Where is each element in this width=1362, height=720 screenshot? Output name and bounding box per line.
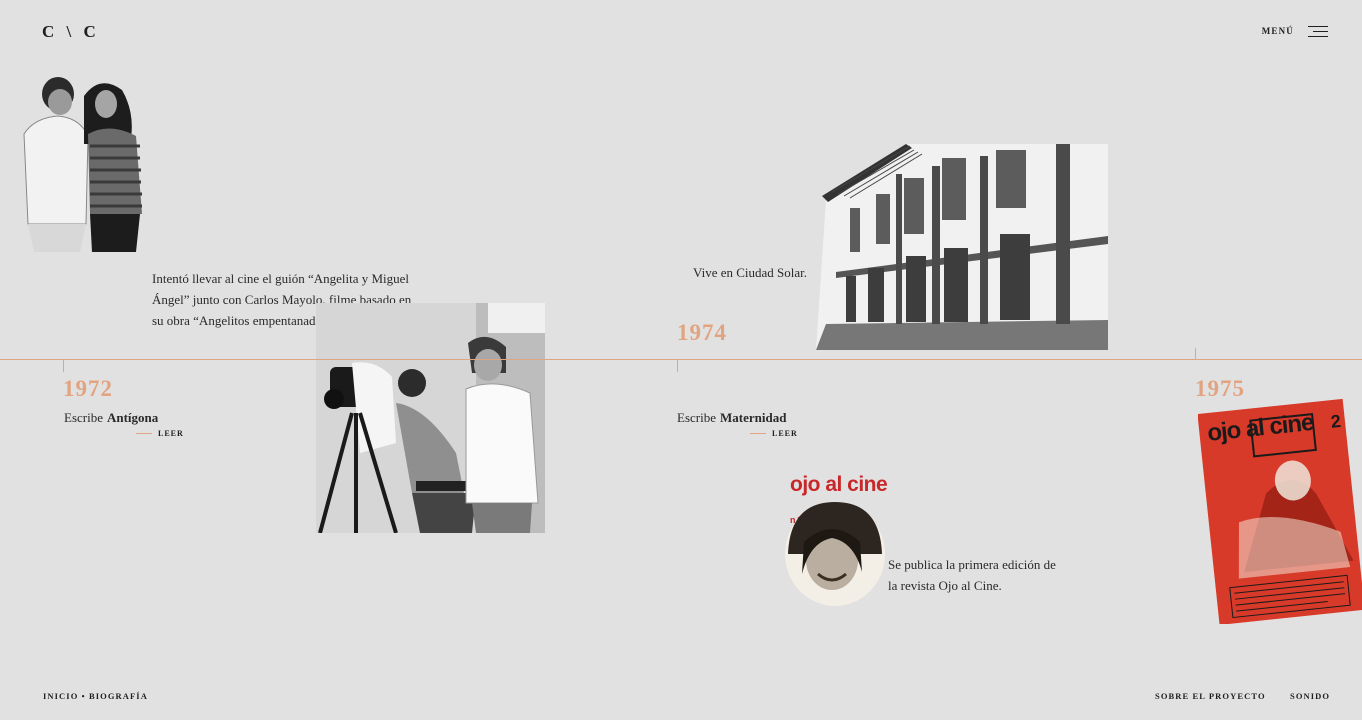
menu-button[interactable]: MENÚ: [1261, 26, 1328, 37]
leer-antigona-link[interactable]: LEER: [136, 429, 184, 438]
event-1974-text: Vive en Ciudad Solar.: [693, 265, 808, 280]
hamburger-icon[interactable]: [1308, 26, 1328, 37]
timeline-tick-1974: [677, 360, 678, 372]
menu-label: MENÚ: [1261, 26, 1294, 36]
escribe-antigona[interactable]: Escribe Antígona: [64, 410, 158, 426]
escribe-maternidad[interactable]: Escribe Maternidad: [677, 410, 786, 426]
magazine-2-issue: 2: [1329, 411, 1341, 432]
photo-ciudad-solar-building: [816, 144, 1108, 350]
leer-label: LEER: [158, 429, 184, 438]
photo-magazine-1-cover: [785, 502, 885, 606]
sound-toggle[interactable]: SONIDO: [1290, 691, 1330, 701]
escribe-prefix: Escribe: [64, 410, 103, 425]
year-1974: 1974: [677, 320, 727, 345]
timeline-tick-1972: [63, 360, 64, 372]
escribe-title: Antígona: [106, 410, 159, 425]
leer-maternidad-link[interactable]: LEER: [750, 429, 798, 438]
magazine-1-caption: Se publica la primera edición de la revi…: [888, 557, 1056, 593]
breadcrumb[interactable]: INICIO • BIOGRAFÍA: [43, 691, 148, 701]
leer-label: LEER: [772, 429, 798, 438]
about-project-link[interactable]: SOBRE EL PROYECTO: [1155, 691, 1266, 701]
timeline-tick-1975: [1195, 348, 1196, 360]
site-logo[interactable]: C \ C: [42, 22, 100, 42]
timeline-line: [0, 359, 1362, 360]
photo-two-friends: [14, 74, 146, 252]
escribe-prefix: Escribe: [677, 410, 716, 425]
escribe-title: Maternidad: [719, 410, 787, 425]
photo-film-shooting: [316, 303, 545, 533]
year-1972: 1972: [63, 376, 113, 401]
